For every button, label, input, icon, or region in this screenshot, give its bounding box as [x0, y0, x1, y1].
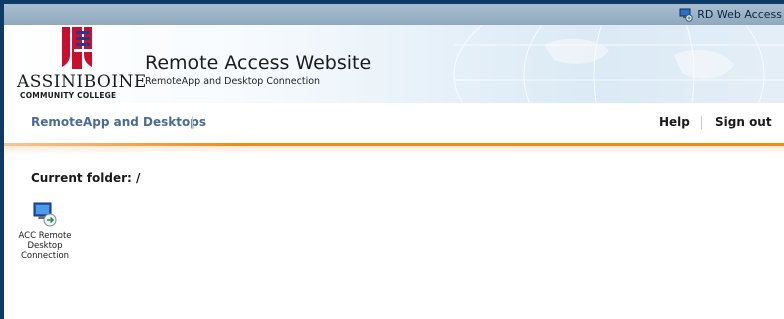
- college-logo-mark: [62, 27, 92, 69]
- rd-web-access-label[interactable]: RD Web Access: [679, 6, 782, 23]
- globe-decoration: [453, 25, 784, 103]
- college-logo: ASSINIBOINE COMMUNITY COLLEGE: [17, 25, 147, 103]
- tab-remoteapp-and-desktops[interactable]: RemoteApp and Desktops: [31, 115, 206, 129]
- rd-web-access-text: RD Web Access: [697, 8, 782, 21]
- app-tile-acc-remote-desktop[interactable]: ACC Remote Desktop Connection: [10, 200, 80, 272]
- nav-divider: [701, 116, 702, 129]
- header-banner: ASSINIBOINE COMMUNITY COLLEGE Remote Acc…: [4, 25, 784, 103]
- college-logo-name: ASSINIBOINE: [17, 72, 147, 92]
- app-tile-label: ACC Remote Desktop Connection: [18, 231, 72, 261]
- remote-desktop-icon: [10, 200, 80, 228]
- site-subtitle: RemoteApp and Desktop Connection: [145, 76, 321, 87]
- accent-bar-glow: [4, 146, 784, 154]
- site-title: Remote Access Website: [145, 52, 372, 74]
- nav-divider: [192, 116, 193, 129]
- help-link[interactable]: Help: [659, 115, 690, 129]
- rd-web-window: RD Web Access ASSINIBOINE COMMUNITY COLL…: [4, 4, 784, 319]
- current-folder-label: Current folder: /: [31, 171, 141, 185]
- sign-out-link[interactable]: Sign out: [715, 115, 772, 129]
- top-bar: RD Web Access: [4, 4, 784, 25]
- college-logo-subtitle: COMMUNITY COLLEGE: [20, 91, 117, 100]
- rd-web-access-icon: [679, 8, 693, 22]
- nav-bar: RemoteApp and Desktops Help Sign out: [4, 103, 784, 143]
